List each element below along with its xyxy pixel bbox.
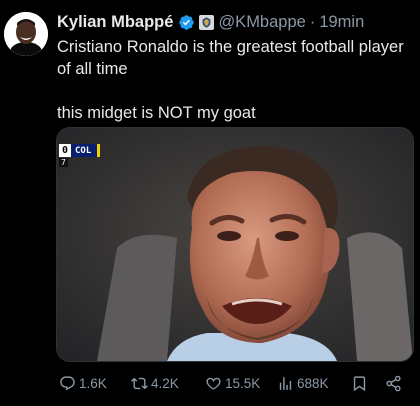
post-timestamp[interactable]: 19min — [319, 13, 364, 32]
author-handle[interactable]: @KMbappe — [218, 13, 305, 32]
bookmark-icon — [353, 375, 366, 391]
header-separator: · — [309, 12, 316, 31]
repost-count: 4.2K — [151, 375, 179, 391]
scorebug: 0 COL — [59, 144, 101, 157]
like-count: 15.5K — [225, 375, 261, 391]
scorebug-team: COL — [71, 144, 98, 157]
share-icon — [386, 375, 401, 391]
views-icon — [279, 376, 292, 390]
verified-badge-icon[interactable] — [178, 14, 195, 31]
reply-count: 1.6K — [79, 375, 107, 391]
scorebug-time: 7 — [59, 158, 68, 167]
bookmark-button[interactable] — [351, 373, 368, 393]
post-text: Cristiano Ronaldo is the greatest footba… — [57, 36, 407, 124]
repost-icon — [131, 377, 148, 389]
post-header: Kylian Mbappé @KMbappe · 19min — [57, 11, 364, 33]
views-button[interactable]: 688K — [277, 373, 329, 393]
author-name[interactable]: Kylian Mbappé — [57, 13, 173, 32]
like-icon — [206, 377, 221, 390]
post-media-image[interactable]: 0 COL 7 — [56, 127, 414, 362]
share-button[interactable] — [385, 373, 402, 393]
repost-button[interactable]: 4.2K — [131, 373, 179, 393]
affiliation-badge-icon[interactable] — [199, 14, 215, 30]
like-button[interactable]: 15.5K — [205, 373, 260, 393]
scorebug-score: 0 — [59, 144, 71, 157]
post-text-line: this midget is NOT my goat — [57, 104, 256, 122]
reply-button[interactable]: 1.6K — [59, 373, 107, 393]
views-count: 688K — [297, 375, 329, 391]
post-text-line: Cristiano Ronaldo is the greatest footba… — [57, 38, 404, 78]
scorebug-stripe — [97, 144, 101, 157]
author-avatar[interactable] — [4, 12, 48, 56]
reply-icon — [60, 375, 75, 390]
post-actions-bar: 1.6K 4.2K 15.5K 688K — [0, 373, 420, 393]
